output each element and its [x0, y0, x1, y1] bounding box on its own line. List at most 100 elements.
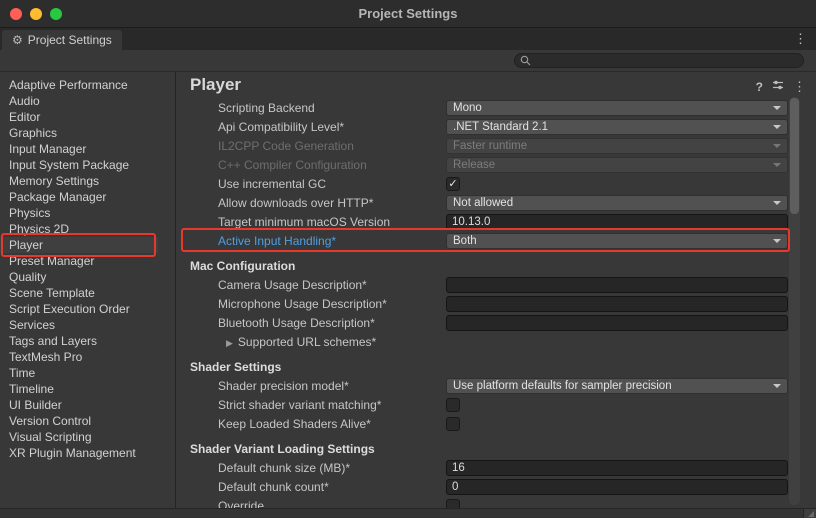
sidebar-item-label: Scene Template: [9, 286, 95, 300]
sidebar-item-label: Physics 2D: [9, 222, 69, 236]
sidebar-item-timeline[interactable]: Timeline: [0, 381, 158, 397]
sidebar-item-player[interactable]: Player: [0, 237, 158, 253]
minimize-button[interactable]: [30, 8, 42, 20]
sidebar-item-label: Player: [9, 238, 43, 252]
setting-label: Bluetooth Usage Description*: [218, 316, 446, 330]
sidebar-item-physics[interactable]: Physics: [0, 205, 158, 221]
setting-value: [446, 499, 788, 509]
help-icon[interactable]: ?: [756, 80, 763, 94]
sidebar-item-input-system-package[interactable]: Input System Package: [0, 157, 158, 173]
resize-grip-icon[interactable]: [808, 511, 814, 517]
setting-row-api-compatibility-level: Api Compatibility Level*.NET Standard 2.…: [176, 117, 816, 136]
sidebar-item-scene-template[interactable]: Scene Template: [0, 285, 158, 301]
sidebar-item-label: Script Execution Order: [9, 302, 130, 316]
sidebar-item-input-manager[interactable]: Input Manager: [0, 141, 158, 157]
sidebar-item-memory-settings[interactable]: Memory Settings: [0, 173, 158, 189]
sidebar-list: Adaptive PerformanceAudioEditorGraphicsI…: [0, 77, 175, 461]
bottom-scrollbar-track[interactable]: [0, 508, 816, 518]
sidebar-item-visual-scripting[interactable]: Visual Scripting: [0, 429, 158, 445]
field-bluetooth-usage-description[interactable]: [446, 315, 788, 331]
search-input[interactable]: [531, 55, 798, 67]
dropdown-scripting-backend[interactable]: Mono: [446, 100, 788, 116]
sidebar-item-label: Visual Scripting: [9, 430, 92, 444]
setting-label: ▶Supported URL schemes*: [226, 335, 446, 349]
setting-row-camera-usage-description: Camera Usage Description*: [176, 275, 816, 294]
checkbox-keep-loaded-shaders-alive[interactable]: [446, 417, 460, 431]
setting-value: Mono: [446, 100, 788, 116]
chevron-down-icon: [773, 201, 781, 205]
sidebar-item-preset-manager[interactable]: Preset Manager: [0, 253, 158, 269]
setting-row-override: Override: [176, 496, 816, 508]
sidebar-item-ui-builder[interactable]: UI Builder: [0, 397, 158, 413]
sidebar-item-tags-and-layers[interactable]: Tags and Layers: [0, 333, 158, 349]
sidebar-item-services[interactable]: Services: [0, 317, 158, 333]
scrollbar-thumb[interactable]: [790, 98, 799, 214]
sidebar-item-version-control[interactable]: Version Control: [0, 413, 158, 429]
setting-value: Both: [446, 233, 788, 249]
search-box[interactable]: [514, 53, 804, 68]
setting-label: C++ Compiler Configuration: [218, 158, 446, 172]
sidebar-item-label: Timeline: [9, 382, 54, 396]
dropdown-allow-downloads-over-http[interactable]: Not allowed: [446, 195, 788, 211]
sidebar-item-graphics[interactable]: Graphics: [0, 125, 158, 141]
checkbox-use-incremental-gc[interactable]: ✓: [446, 177, 460, 191]
setting-value: [446, 398, 788, 412]
settings-rows: Scripting BackendMonoApi Compatibility L…: [176, 98, 816, 508]
setting-label: Api Compatibility Level*: [218, 120, 446, 134]
setting-label: Microphone Usage Description*: [218, 297, 446, 311]
content-area: Adaptive PerformanceAudioEditorGraphicsI…: [0, 72, 816, 508]
sidebar-item-label: Preset Manager: [9, 254, 94, 268]
field-camera-usage-description[interactable]: [446, 277, 788, 293]
field-target-minimum-macos-version[interactable]: 10.13.0: [446, 214, 788, 230]
setting-row-supported-url-schemes: ▶Supported URL schemes*: [176, 332, 816, 351]
chevron-down-icon: [773, 239, 781, 243]
field-default-chunk-size-mb[interactable]: 16: [446, 460, 788, 476]
vertical-scrollbar[interactable]: [789, 97, 800, 505]
checkbox-override[interactable]: [446, 499, 460, 509]
section-header-mac-configuration: Mac Configuration: [176, 256, 816, 275]
field-microphone-usage-description[interactable]: [446, 296, 788, 312]
checkbox-strict-shader-variant-matching[interactable]: [446, 398, 460, 412]
sidebar-item-physics-2d[interactable]: Physics 2D: [0, 221, 158, 237]
tab-project-settings[interactable]: ⚙ Project Settings: [2, 30, 122, 50]
setting-row-default-chunk-size-mb: Default chunk size (MB)*16: [176, 458, 816, 477]
sidebar-item-script-execution-order[interactable]: Script Execution Order: [0, 301, 158, 317]
setting-row-keep-loaded-shaders-alive: Keep Loaded Shaders Alive*: [176, 414, 816, 433]
traffic-lights: [10, 8, 62, 20]
dropdown-shader-precision-model[interactable]: Use platform defaults for sampler precis…: [446, 378, 788, 394]
kebab-menu-icon[interactable]: ⋮: [793, 79, 806, 95]
section-header-shader-variant-loading-settings: Shader Variant Loading Settings: [176, 439, 816, 458]
sidebar-item-time[interactable]: Time: [0, 365, 158, 381]
window-menu-icon[interactable]: ⋮: [794, 31, 807, 47]
sidebar-item-editor[interactable]: Editor: [0, 109, 158, 125]
setting-row-active-input-handling: Active Input Handling*Both: [176, 231, 816, 250]
sidebar-item-label: Time: [9, 366, 35, 380]
sidebar-item-package-manager[interactable]: Package Manager: [0, 189, 158, 205]
field-default-chunk-count[interactable]: 0: [446, 479, 788, 495]
zoom-button[interactable]: [50, 8, 62, 20]
sidebar-item-audio[interactable]: Audio: [0, 93, 158, 109]
setting-label: Override: [218, 499, 446, 509]
scrollbar-corner: [803, 509, 816, 518]
sidebar-item-textmesh-pro[interactable]: TextMesh Pro: [0, 349, 158, 365]
close-button[interactable]: [10, 8, 22, 20]
dropdown-c-compiler-configuration: Release: [446, 157, 788, 173]
dropdown-api-compatibility-level[interactable]: .NET Standard 2.1: [446, 119, 788, 135]
presets-icon[interactable]: [772, 78, 784, 96]
sidebar-item-xr-plugin-management[interactable]: XR Plugin Management: [0, 445, 158, 461]
setting-value: [446, 296, 788, 312]
sidebar-item-label: Input System Package: [9, 158, 129, 172]
setting-label: Use incremental GC: [218, 177, 446, 191]
setting-label: Strict shader variant matching*: [218, 398, 446, 412]
setting-value: 0: [446, 479, 788, 495]
sidebar-item-quality[interactable]: Quality: [0, 269, 158, 285]
setting-label: Default chunk count*: [218, 480, 446, 494]
sidebar-item-label: Input Manager: [9, 142, 86, 156]
tab-bar: ⚙ Project Settings ⋮: [0, 28, 816, 50]
chevron-down-icon: [773, 163, 781, 167]
sidebar-item-label: Version Control: [9, 414, 91, 428]
sidebar-item-adaptive-performance[interactable]: Adaptive Performance: [0, 77, 158, 93]
sidebar-item-label: Audio: [9, 94, 40, 108]
dropdown-active-input-handling[interactable]: Both: [446, 233, 788, 249]
foldout-arrow-icon[interactable]: ▶: [226, 338, 233, 348]
